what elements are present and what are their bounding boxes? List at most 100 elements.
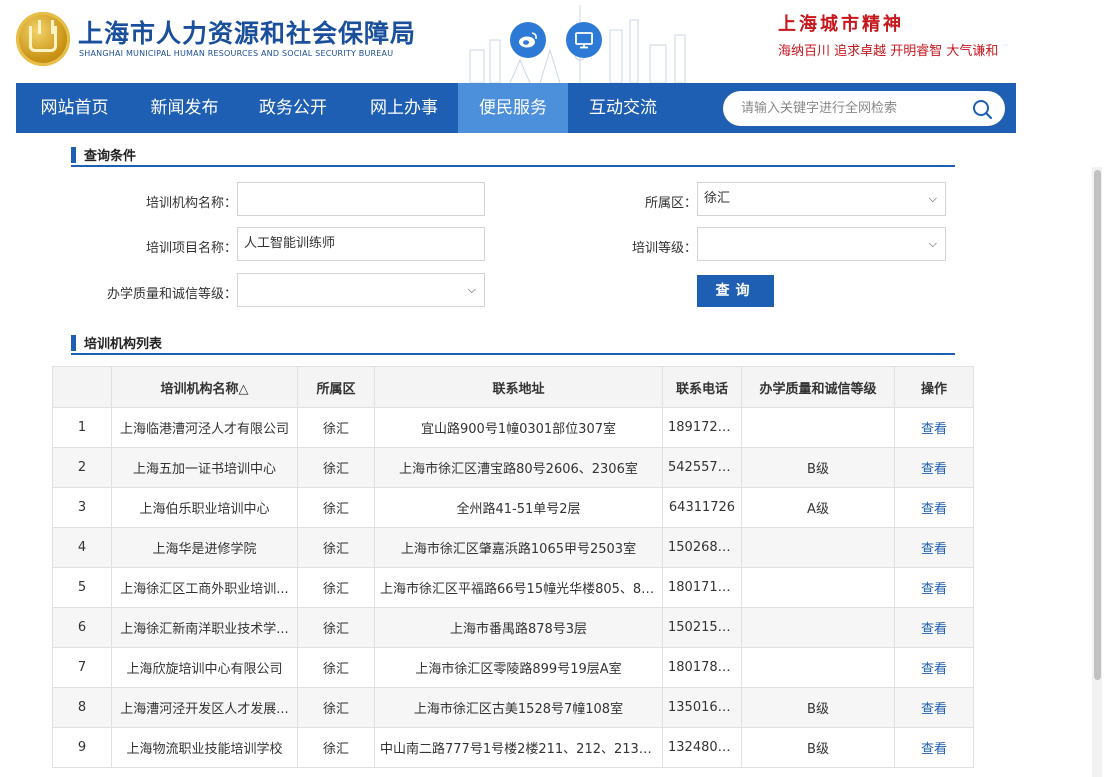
row-address: 上海市徐汇区漕宝路80号2606、2306室 bbox=[374, 447, 663, 488]
row-view-link[interactable]: 查看 bbox=[894, 687, 974, 728]
row-phone: 1350162... bbox=[662, 687, 742, 728]
row-view-link[interactable]: 查看 bbox=[894, 567, 974, 608]
nav-item-interaction[interactable]: 互动交流 bbox=[568, 83, 678, 133]
row-index: 3 bbox=[52, 487, 112, 528]
city-spirit-title: 上海城市精神 bbox=[778, 14, 904, 35]
row-district: 徐汇 bbox=[297, 647, 375, 688]
site-search-input[interactable] bbox=[741, 91, 961, 126]
row-address: 中山南二路777号1号楼2楼211、212、213、... bbox=[374, 727, 663, 768]
col-header-address: 联系地址 bbox=[374, 366, 663, 408]
query-button[interactable]: 查询 bbox=[697, 275, 774, 307]
section-marker bbox=[71, 335, 76, 351]
table-row: 6 上海徐汇新南洋职业技术学... 徐汇 上海市番禺路878号3层 150215… bbox=[52, 607, 974, 648]
page-scrollbar-thumb[interactable] bbox=[1094, 170, 1101, 680]
district-select[interactable]: 徐汇 ⌵ bbox=[697, 182, 946, 216]
level-select[interactable]: ⌵ bbox=[697, 227, 946, 261]
table-row: 3 上海伯乐职业培训中心 徐汇 全州路41-51单号2层 64311726 A级… bbox=[52, 487, 974, 528]
list-section-title: 培训机构列表 bbox=[84, 337, 163, 352]
row-view-link[interactable]: 查看 bbox=[894, 727, 974, 768]
row-phone: 1891725... bbox=[662, 407, 742, 448]
site-search-box bbox=[723, 91, 1005, 126]
col-header-org-name[interactable]: 培训机构名称△ bbox=[111, 366, 298, 408]
district-select-value: 徐汇 bbox=[704, 191, 731, 206]
quality-grade-select[interactable]: ⌵ bbox=[237, 273, 485, 307]
list-section-header: 培训机构列表 bbox=[71, 333, 955, 355]
row-grade: A级 bbox=[741, 487, 895, 528]
org-name-input[interactable] bbox=[237, 182, 485, 216]
row-org-name: 上海临港漕河泾人才有限公司 bbox=[111, 407, 298, 448]
row-view-link[interactable]: 查看 bbox=[894, 647, 974, 688]
col-header-grade: 办学质量和诚信等级 bbox=[741, 366, 895, 408]
row-district: 徐汇 bbox=[297, 487, 375, 528]
row-org-name: 上海华是进修学院 bbox=[111, 527, 298, 568]
row-district: 徐汇 bbox=[297, 687, 375, 728]
col-header-phone: 联系电话 bbox=[662, 366, 742, 408]
project-name-input[interactable]: 人工智能训练师 bbox=[237, 227, 485, 261]
row-district: 徐汇 bbox=[297, 727, 375, 768]
row-org-name: 上海徐汇区工商外职业培训... bbox=[111, 567, 298, 608]
row-grade bbox=[741, 647, 895, 688]
project-name-label: 培训项目名称： bbox=[145, 241, 237, 256]
weibo-button[interactable] bbox=[510, 22, 546, 58]
row-grade bbox=[741, 607, 895, 648]
row-org-name: 上海漕河泾开发区人才发展... bbox=[111, 687, 298, 728]
row-grade: B级 bbox=[741, 727, 895, 768]
row-district: 徐汇 bbox=[297, 527, 375, 568]
row-org-name: 上海徐汇新南洋职业技术学... bbox=[111, 607, 298, 648]
row-phone: 5425570... bbox=[662, 447, 742, 488]
quality-grade-label: 办学质量和诚信等级： bbox=[106, 287, 237, 302]
nav-item-home[interactable]: 网站首页 bbox=[16, 83, 133, 133]
search-icon[interactable] bbox=[971, 98, 993, 120]
row-view-link[interactable]: 查看 bbox=[894, 407, 974, 448]
row-grade bbox=[741, 567, 895, 608]
row-address: 上海市徐汇区零陵路899号19层A室 bbox=[374, 647, 663, 688]
col-header-index bbox=[52, 366, 112, 408]
query-section-header: 查询条件 bbox=[71, 145, 955, 167]
table-header-row: 培训机构名称△ 所属区 联系地址 联系电话 办学质量和诚信等级 操作 bbox=[52, 366, 974, 408]
nav-item-convenience[interactable]: 便民服务 bbox=[458, 83, 568, 133]
row-address: 上海市徐汇区平福路66号15幢光华楼805、80... bbox=[374, 567, 663, 608]
nav-item-news[interactable]: 新闻发布 bbox=[133, 83, 236, 133]
row-address: 上海市徐汇区肇嘉浜路1065甲号2503室 bbox=[374, 527, 663, 568]
nav-item-online-services[interactable]: 网上办事 bbox=[350, 83, 458, 133]
row-address: 上海市番禺路878号3层 bbox=[374, 607, 663, 648]
table-row: 7 上海欣旋培训中心有限公司 徐汇 上海市徐汇区零陵路899号19层A室 180… bbox=[52, 647, 974, 688]
row-view-link[interactable]: 查看 bbox=[894, 447, 974, 488]
col-header-action: 操作 bbox=[894, 366, 974, 408]
table-row: 8 上海漕河泾开发区人才发展... 徐汇 上海市徐汇区古美1528号7幢108室… bbox=[52, 687, 974, 728]
table-row: 2 上海五加一证书培训中心 徐汇 上海市徐汇区漕宝路80号2606、2306室 … bbox=[52, 447, 974, 488]
chevron-down-icon: ⌵ bbox=[928, 192, 937, 205]
row-view-link[interactable]: 查看 bbox=[894, 527, 974, 568]
row-index: 1 bbox=[52, 407, 112, 448]
desktop-version-button[interactable] bbox=[566, 22, 602, 58]
bureau-logo-emblem[interactable] bbox=[16, 12, 70, 66]
row-org-name: 上海五加一证书培训中心 bbox=[111, 447, 298, 488]
row-address: 宜山路900号1幢0301部位307室 bbox=[374, 407, 663, 448]
row-index: 8 bbox=[52, 687, 112, 728]
col-header-district: 所属区 bbox=[297, 366, 375, 408]
table-row: 9 上海物流职业技能培训学校 徐汇 中山南二路777号1号楼2楼211、212、… bbox=[52, 727, 974, 768]
site-subtitle: SHANGHAI MUNICIPAL HUMAN RESOURCES AND S… bbox=[79, 49, 394, 58]
site-title[interactable]: 上海市人力资源和社会保障局 bbox=[78, 14, 416, 50]
row-view-link[interactable]: 查看 bbox=[894, 607, 974, 648]
row-org-name: 上海物流职业技能培训学校 bbox=[111, 727, 298, 768]
row-grade bbox=[741, 407, 895, 448]
chevron-down-icon: ⌵ bbox=[928, 237, 937, 250]
row-view-link[interactable]: 查看 bbox=[894, 487, 974, 528]
row-phone: 1801710... bbox=[662, 567, 742, 608]
monitor-icon bbox=[575, 32, 593, 49]
district-label: 所属区： bbox=[644, 196, 697, 211]
row-phone: 1502150... bbox=[662, 607, 742, 648]
weibo-icon bbox=[519, 32, 537, 48]
table-row: 1 上海临港漕河泾人才有限公司 徐汇 宜山路900号1幢0301部位307室 1… bbox=[52, 407, 974, 448]
row-grade bbox=[741, 527, 895, 568]
nav-item-gov-affairs[interactable]: 政务公开 bbox=[236, 83, 350, 133]
row-phone: 1801786... bbox=[662, 647, 742, 688]
site-header: 上海市人力资源和社会保障局 SHANGHAI MUNICIPAL HUMAN R… bbox=[0, 0, 1112, 83]
row-org-name: 上海欣旋培训中心有限公司 bbox=[111, 647, 298, 688]
row-phone: 64311726 bbox=[662, 487, 742, 528]
row-grade: B级 bbox=[741, 687, 895, 728]
row-phone: 1324808... bbox=[662, 727, 742, 768]
row-district: 徐汇 bbox=[297, 447, 375, 488]
row-district: 徐汇 bbox=[297, 407, 375, 448]
